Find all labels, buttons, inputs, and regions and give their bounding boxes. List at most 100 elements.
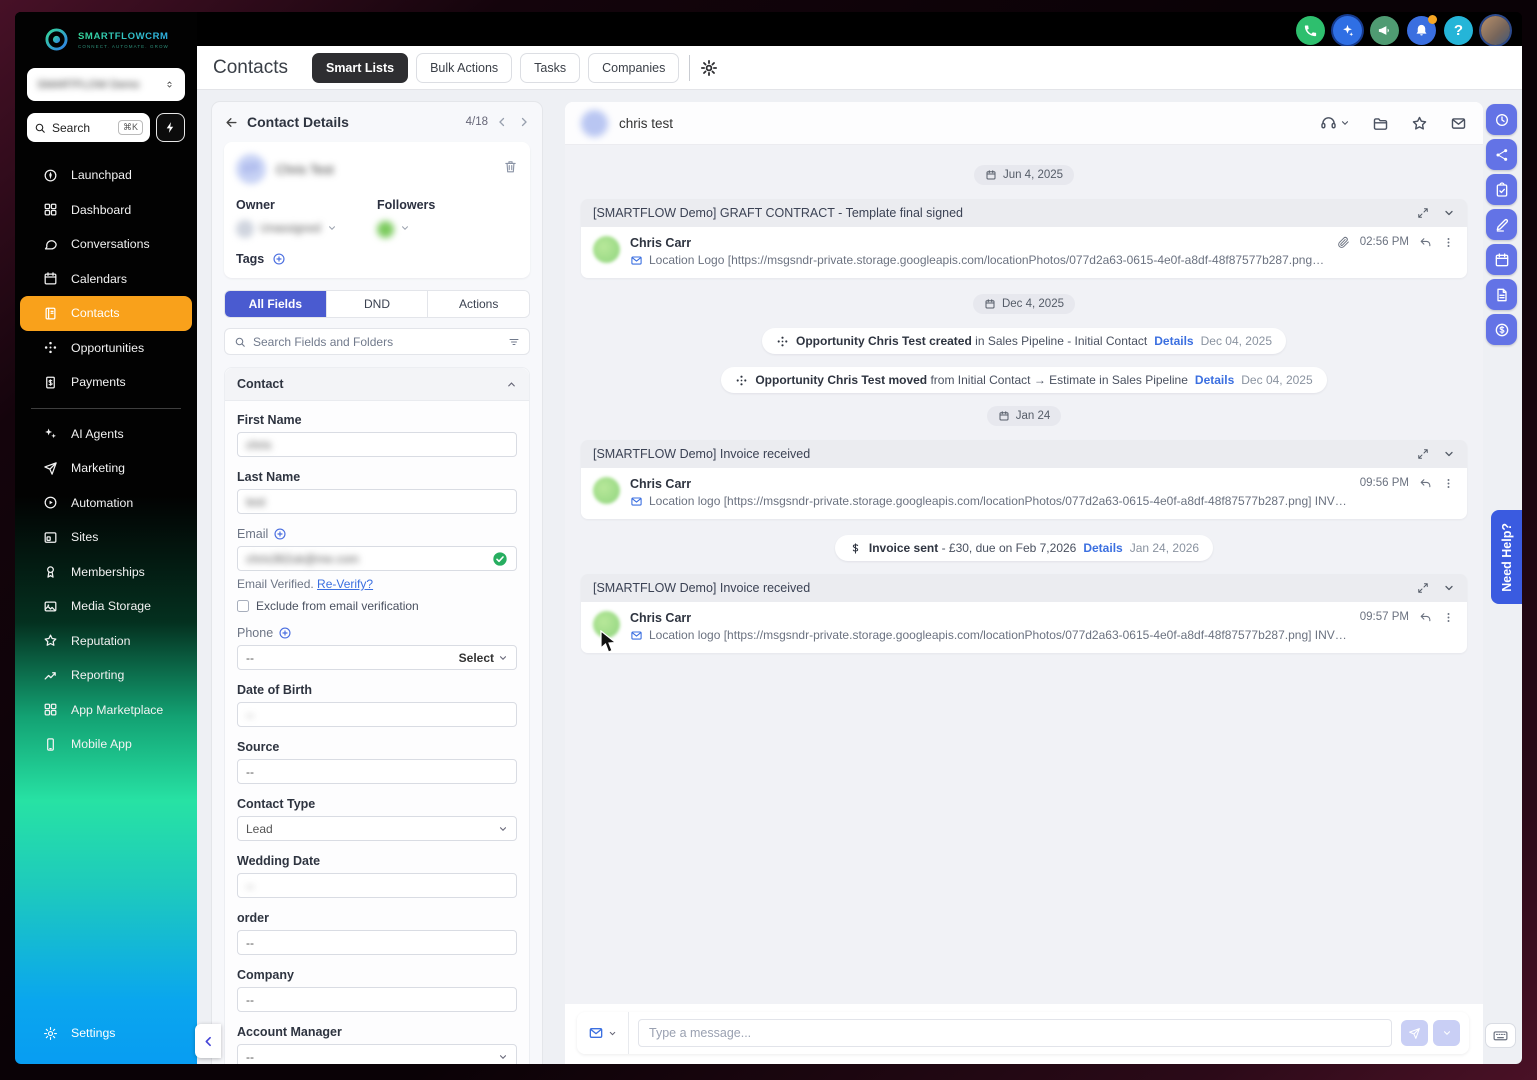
email-thread-header[interactable]: [SMARTFLOW Demo] GRAFT CONTRACT - Templa… [581,199,1467,227]
expand-thread-button[interactable] [1417,207,1429,219]
activity-details-link[interactable]: Details [1195,373,1234,387]
prev-contact-button[interactable] [496,116,508,128]
back-button[interactable] [224,115,239,130]
add-tag-button[interactable] [272,252,286,266]
collapse-thread-button[interactable] [1443,448,1455,460]
field-select[interactable]: Lead [237,816,517,841]
sidebar-item-settings[interactable]: Settings [15,1018,115,1048]
field-input[interactable]: chris362uk@me.com [237,546,517,571]
documents-rail-button[interactable] [1486,279,1517,310]
contact-tab-actions[interactable]: Actions [428,291,529,317]
share-rail-button[interactable] [1486,139,1517,170]
field-input[interactable]: -- [237,930,517,955]
email-message[interactable]: Chris Carr Location logo [https://msgsnd… [581,468,1467,519]
sidebar-item-reporting[interactable]: Reporting [15,658,197,693]
help-icon-button[interactable]: ? [1444,16,1473,45]
email-message[interactable]: Chris Carr Location logo [https://msgsnd… [581,602,1467,653]
activity-details-link[interactable]: Details [1083,541,1122,555]
keyboard-shortcuts-button[interactable] [1485,1023,1516,1048]
history-rail-button[interactable] [1486,104,1517,135]
tab-smart-lists[interactable]: Smart Lists [311,52,409,83]
expand-thread-button[interactable] [1417,448,1429,460]
contact-tab-all-fields[interactable]: All Fields [225,291,327,317]
collapse-thread-button[interactable] [1443,207,1455,219]
reply-button[interactable] [1419,236,1432,249]
field-input[interactable]: chris [237,432,517,457]
sidebar-item-memberships[interactable]: Memberships [15,555,197,590]
sidebar-item-app-marketplace[interactable]: App Marketplace [15,693,197,728]
payments-dollar-rail-button[interactable] [1486,314,1517,345]
field-input[interactable]: -- [237,873,517,898]
notes-pen-rail-button[interactable] [1486,209,1517,240]
field-input[interactable]: -- [237,702,517,727]
send-button[interactable] [1401,1020,1428,1046]
user-avatar[interactable] [1481,16,1510,45]
tab-companies[interactable]: Companies [588,52,680,83]
phone-icon-button[interactable] [1296,16,1325,45]
section-header[interactable]: Contact [225,368,529,401]
phone-input[interactable]: -- Select [237,645,517,670]
sidebar-item-ai-agents[interactable]: AI Agents [15,417,197,452]
reply-button[interactable] [1419,611,1432,624]
sidebar-item-automation[interactable]: Automation [15,486,197,521]
expand-thread-button[interactable] [1417,582,1429,594]
sidebar-item-marketing[interactable]: Marketing [15,451,197,486]
followers-selector[interactable] [377,220,518,238]
sidebar-collapse-button[interactable] [195,1024,221,1058]
add-phone-button[interactable] [278,626,292,640]
sidebar-item-sites[interactable]: Sites [15,520,197,555]
sidebar-item-calendars[interactable]: Calendars [15,262,197,297]
field-input[interactable]: -- [237,987,517,1012]
message-menu-button[interactable] [1442,236,1455,249]
email-thread-header[interactable]: [SMARTFLOW Demo] Invoice received [581,574,1467,602]
activity-details-link[interactable]: Details [1154,334,1193,348]
channel-select-button[interactable] [577,1012,629,1054]
tab-bulk-actions[interactable]: Bulk Actions [416,52,513,83]
sidebar-item-dashboard[interactable]: Dashboard [15,193,197,228]
tab-tasks[interactable]: Tasks [520,52,581,83]
account-selector[interactable]: SMARTFLOW Demo [27,68,185,101]
send-options-button[interactable] [1433,1020,1460,1046]
sidebar-search-input[interactable]: Search ⌘K [27,113,150,142]
filter-icon[interactable] [508,336,520,348]
contacts-settings-button[interactable] [700,59,718,77]
exclude-verification-checkbox[interactable] [237,600,249,612]
tasks-clipboard-rail-button[interactable] [1486,174,1517,205]
sidebar-item-opportunities[interactable]: Opportunities [15,331,197,366]
email-message[interactable]: Chris Carr Location Logo [https://msgsnd… [581,227,1467,278]
sidebar-item-payments[interactable]: Payments [15,365,197,400]
reverify-link[interactable]: Re-Verify? [317,577,373,591]
phone-type-select[interactable]: Select [459,651,494,665]
email-thread-header[interactable]: [SMARTFLOW Demo] Invoice received [581,440,1467,468]
quick-actions-button[interactable] [156,113,185,142]
envelope-button[interactable] [1450,115,1467,132]
owner-selector[interactable]: Unassigned [236,220,377,238]
megaphone-icon-button[interactable] [1370,16,1399,45]
collapse-thread-button[interactable] [1443,582,1455,594]
sidebar-item-conversations[interactable]: Conversations [15,227,197,262]
bell-icon-button[interactable] [1407,15,1437,45]
attachment-button[interactable] [1337,236,1350,249]
need-help-tab[interactable]: Need Help? [1491,510,1522,604]
field-input[interactable]: test [237,489,517,514]
message-menu-button[interactable] [1442,477,1455,490]
field-select[interactable]: -- [237,1044,517,1064]
sidebar-item-reputation[interactable]: Reputation [15,624,197,659]
fields-search-input[interactable]: Search Fields and Folders [224,328,530,355]
sidebar-item-contacts[interactable]: Contacts [20,296,192,331]
star-button[interactable] [1411,115,1428,132]
message-menu-button[interactable] [1442,611,1455,624]
contact-tab-dnd[interactable]: DND [326,291,429,317]
ai-sparkle-icon-button[interactable] [1333,16,1362,45]
channel-chat-button[interactable] [1320,115,1350,132]
reply-button[interactable] [1419,477,1432,490]
delete-contact-button[interactable] [503,159,518,179]
next-contact-button[interactable] [518,116,530,128]
sidebar-item-launchpad[interactable]: Launchpad [15,158,197,193]
sidebar-item-mobile-app[interactable]: Mobile App [15,727,197,762]
appointments-calendar-rail-button[interactable] [1486,244,1517,275]
folder-button[interactable] [1372,115,1389,132]
field-input[interactable]: -- [237,759,517,784]
message-input[interactable]: Type a message... [638,1019,1392,1047]
sidebar-item-media-storage[interactable]: Media Storage [15,589,197,624]
